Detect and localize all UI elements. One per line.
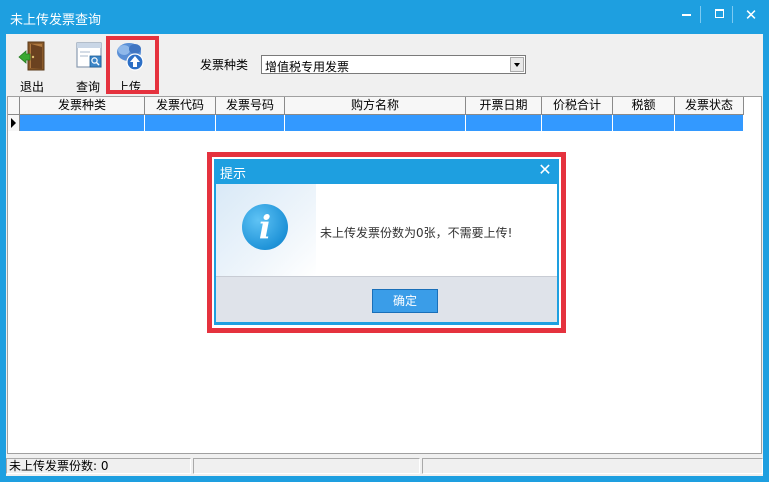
door-exit-icon [18, 41, 45, 71]
invoice-type-label: 发票种类 [200, 58, 249, 72]
search-window-icon [76, 42, 102, 68]
table-cell[interactable] [542, 115, 613, 131]
table-cell[interactable] [20, 115, 145, 131]
chevron-down-icon[interactable] [510, 57, 524, 72]
status-panel [193, 458, 420, 474]
title-separator [732, 6, 733, 23]
maximize-button[interactable] [706, 4, 732, 26]
status-panel [422, 458, 763, 474]
maximize-icon [714, 9, 724, 18]
table-cell[interactable] [145, 115, 216, 131]
column-header[interactable]: 发票状态 [675, 97, 744, 115]
invoice-type-value: 增值税专用发票 [265, 60, 350, 74]
upload-highlight-box [106, 36, 159, 94]
column-header[interactable]: 价税合计 [542, 97, 613, 115]
invoice-type-select[interactable]: 增值税专用发票 [261, 55, 526, 74]
title-bar[interactable]: 未上传发票查询 ✕ [0, 0, 769, 34]
minimize-icon [681, 13, 691, 16]
table-cell[interactable] [285, 115, 466, 131]
dialog-close-button[interactable]: ✕ [534, 160, 556, 180]
row-header-corner [8, 97, 20, 115]
table-cell[interactable] [675, 115, 744, 131]
ok-button[interactable]: 确定 [372, 289, 438, 313]
query-label: 查询 [75, 80, 100, 94]
row-header[interactable] [8, 115, 20, 131]
exit-button[interactable]: 退出 [12, 38, 52, 94]
status-bar: 未上传发票份数: 0 [6, 456, 763, 476]
row-pointer-icon [11, 118, 16, 128]
dialog-body: i 未上传发票份数为0张，不需要上传! 确定 [216, 184, 557, 322]
column-header[interactable]: 开票日期 [466, 97, 542, 115]
column-header[interactable]: 购方名称 [285, 97, 466, 115]
title-separator [700, 6, 701, 23]
exit-label: 退出 [19, 80, 44, 94]
table-cell[interactable] [216, 115, 285, 131]
query-button[interactable]: 查询 [68, 38, 108, 94]
toolbar: 退出 查询 上传 发票种类 增值税专用发票 [6, 34, 763, 96]
dialog-message: 未上传发票份数为0张，不需要上传! [320, 226, 513, 240]
close-icon: ✕ [538, 160, 552, 179]
table-cell[interactable] [466, 115, 542, 131]
grid-header: 发票种类 发票代码 发票号码 购方名称 开票日期 价税合计 税额 发票状态 [8, 97, 761, 115]
close-button[interactable]: ✕ [738, 4, 764, 26]
table-row[interactable] [8, 115, 761, 131]
info-dialog: 提示 ✕ i 未上传发票份数为0张，不需要上传! 确定 [214, 159, 559, 325]
dialog-side-panel: i [216, 184, 316, 276]
table-cell[interactable] [613, 115, 675, 131]
column-header[interactable]: 发票号码 [216, 97, 285, 115]
column-header[interactable]: 税额 [613, 97, 675, 115]
dialog-title: 提示 [220, 167, 247, 182]
dialog-footer: 确定 [216, 276, 557, 322]
minimize-button[interactable] [673, 4, 699, 26]
close-icon: ✕ [744, 6, 758, 24]
column-header[interactable]: 发票种类 [20, 97, 145, 115]
status-count: 未上传发票份数: 0 [6, 458, 191, 474]
window-title: 未上传发票查询 [10, 13, 102, 28]
column-header[interactable]: 发票代码 [145, 97, 216, 115]
info-icon: i [242, 204, 288, 250]
